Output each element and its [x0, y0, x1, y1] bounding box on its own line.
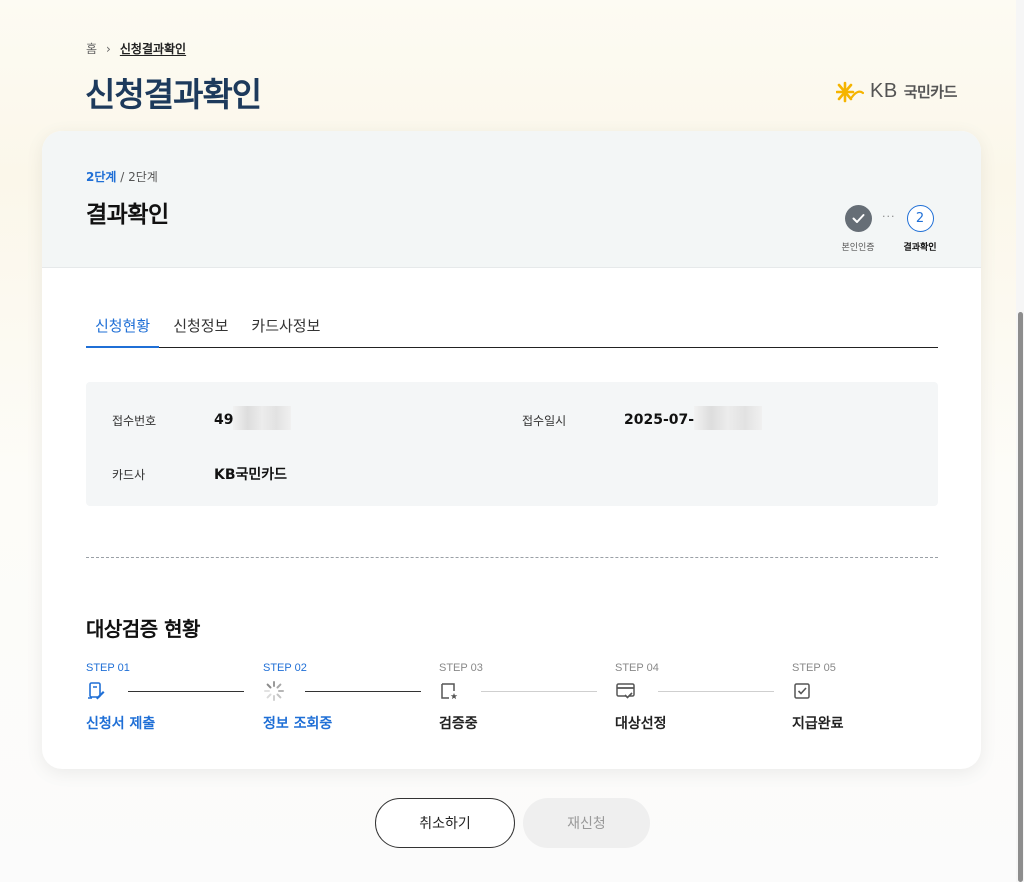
kb-kookmin-card-logo: KB 국민카드 [836, 80, 957, 103]
reapply-button[interactable]: 재신청 [523, 798, 650, 848]
step-number: STEP 02 [263, 662, 307, 674]
step-03: STEP 03 검증중 [439, 662, 599, 733]
step-04: STEP 04 대상선정 [615, 662, 775, 733]
cancel-button[interactable]: 취소하기 [375, 798, 515, 848]
card-company-label: 카드사 [112, 468, 146, 482]
receipt-number-value: 49 [214, 406, 292, 430]
step-02: STEP 02 정보 조회중 [263, 662, 423, 733]
step-indicator: 2단계 / 2단계 [86, 168, 158, 185]
step-number: STEP 01 [86, 662, 130, 674]
breadcrumb-separator: › [106, 41, 111, 56]
step-total: / 2단계 [116, 170, 158, 184]
step-name: 검증중 [439, 716, 478, 732]
tab-application-info[interactable]: 신청정보 [164, 307, 237, 348]
receipt-date-label: 접수일시 [522, 414, 567, 428]
tab-application-status[interactable]: 신청현황 [86, 307, 160, 348]
step-name: 대상선정 [615, 716, 667, 732]
progress-step-result: 2 결과확인 [890, 205, 950, 253]
check-icon [844, 205, 872, 232]
page-title: 신청결과확인 [85, 75, 262, 114]
dashed-divider [86, 557, 938, 558]
step-number: STEP 03 [439, 662, 483, 674]
step-name: 신청서 제출 [86, 716, 156, 732]
breadcrumb: 홈 › 신청결과확인 [86, 40, 186, 57]
breadcrumb-home[interactable]: 홈 [86, 40, 97, 57]
tab-card-company-info[interactable]: 카드사정보 [242, 307, 329, 348]
result-card: 2단계 / 2단계 결과확인 본인인증 ··· 2 결과확인 신청현황 신청정보… [42, 131, 981, 769]
card-check-icon [615, 681, 775, 701]
form-pen-icon [86, 681, 246, 701]
tab-bar: 신청현황 신청정보 카드사정보 [86, 307, 938, 348]
logo-kb-text: KB [870, 80, 898, 102]
receipt-date-value: 2025-07- [624, 406, 763, 430]
section-title: 결과확인 [86, 202, 169, 228]
progress-step-label: 결과확인 [903, 243, 937, 253]
breadcrumb-current[interactable]: 신청결과확인 [120, 40, 186, 57]
receipt-info-box: 접수번호 49 접수일시 2025-07- 카드사 KB국민카드 [86, 382, 938, 506]
receipt-date-text: 2025-07- [624, 412, 695, 428]
verification-status-title: 대상검증 현황 [86, 617, 200, 641]
card-header: 2단계 / 2단계 결과확인 본인인증 ··· 2 결과확인 [42, 131, 981, 268]
logo-name-text: 국민카드 [903, 83, 958, 101]
step-current: 2단계 [86, 170, 117, 184]
step-name: 지급완료 [792, 716, 844, 732]
step-01: STEP 01 신청서 제출 [86, 662, 246, 733]
auth-progress: 본인인증 ··· 2 결과확인 [832, 205, 952, 255]
receipt-number-label: 접수번호 [112, 414, 157, 428]
card-company-value: KB국민카드 [214, 467, 288, 483]
receipt-number-text: 49 [214, 412, 234, 428]
checkbox-icon [792, 681, 952, 701]
step-number-badge: 2 [906, 205, 934, 232]
scrollbar-thumb[interactable] [1018, 312, 1023, 882]
step-number: STEP 05 [792, 662, 836, 674]
step-05: STEP 05 지급완료 [792, 662, 952, 733]
step-number: STEP 04 [615, 662, 659, 674]
step-name: 정보 조회중 [263, 716, 333, 732]
progress-step-identity: 본인인증 [828, 205, 888, 253]
document-star-icon [439, 681, 599, 701]
kb-star-icon [836, 81, 864, 102]
masked-value [233, 406, 292, 430]
masked-value [694, 406, 763, 430]
verification-steps: STEP 01 신청서 제출 STEP 02 정보 조회중 STEP 03 검증… [86, 662, 886, 742]
loading-spinner-icon [263, 681, 423, 701]
progress-step-label: 본인인증 [841, 243, 875, 253]
